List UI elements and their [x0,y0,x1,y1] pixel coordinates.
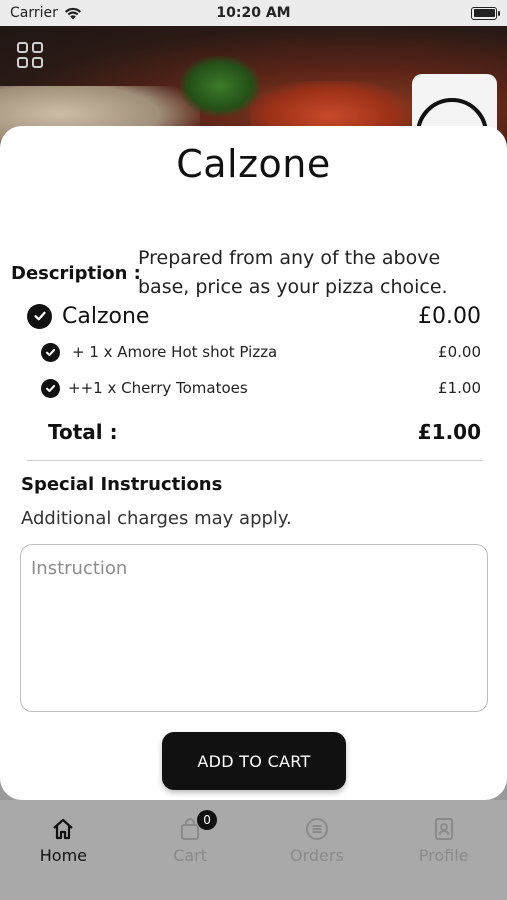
description: Description : Prepared from any of the a… [11,244,481,302]
tab-orders-label: Orders [289,846,344,865]
status-bar: Carrier 10:20 AM [0,0,507,26]
profile-icon [434,818,453,840]
cart-count-badge: 0 [197,810,218,830]
orders-icon [305,818,328,840]
option-price: £0.00 [438,343,481,361]
battery-icon [471,6,500,20]
tab-home-label: Home [39,846,87,865]
option-row[interactable]: ++1 x Cherry Tomatoes £1.00 [0,376,507,400]
wifi-icon [64,7,81,19]
instruction-input[interactable] [20,544,488,712]
tab-bar: Home 0 Cart Orders Profile [0,800,507,900]
option-name: + 1 x Amore Hot shot Pizza [72,343,278,361]
tab-profile-label: Profile [418,846,469,865]
divider [27,460,483,461]
check-circle-icon[interactable] [41,342,60,362]
item-title: Calzone [176,142,331,186]
main-item-name: Calzone [62,303,150,329]
special-instructions-title: Special Instructions [21,474,223,495]
description-label: Description : [11,262,141,284]
total-value: £1.00 [417,420,481,444]
home-icon [53,818,74,840]
option-price: £1.00 [438,379,481,397]
check-circle-icon[interactable] [41,378,60,398]
check-circle-icon[interactable] [27,303,52,329]
main-item-row[interactable]: Calzone £0.00 [0,300,507,332]
add-to-cart-button[interactable]: ADD TO CART [162,732,346,790]
tab-orders[interactable]: Orders [254,800,381,900]
total-label: Total : [48,420,118,444]
option-name: ++1 x Cherry Tomatoes [68,379,248,397]
tab-cart[interactable]: 0 Cart [127,800,254,900]
tab-cart-label: Cart [173,846,208,865]
total-row: Total : £1.00 [48,420,481,444]
tab-profile[interactable]: Profile [380,800,507,900]
special-instructions-note: Additional charges may apply. [21,508,292,529]
description-text: Prepared from any of the above base, pri… [138,247,448,298]
carrier-label: Carrier [10,5,58,21]
main-item-price: £0.00 [418,303,481,329]
tab-home[interactable]: Home [0,800,127,900]
option-row[interactable]: + 1 x Amore Hot shot Pizza £0.00 [0,340,507,364]
menu-grid-icon[interactable] [17,42,43,68]
